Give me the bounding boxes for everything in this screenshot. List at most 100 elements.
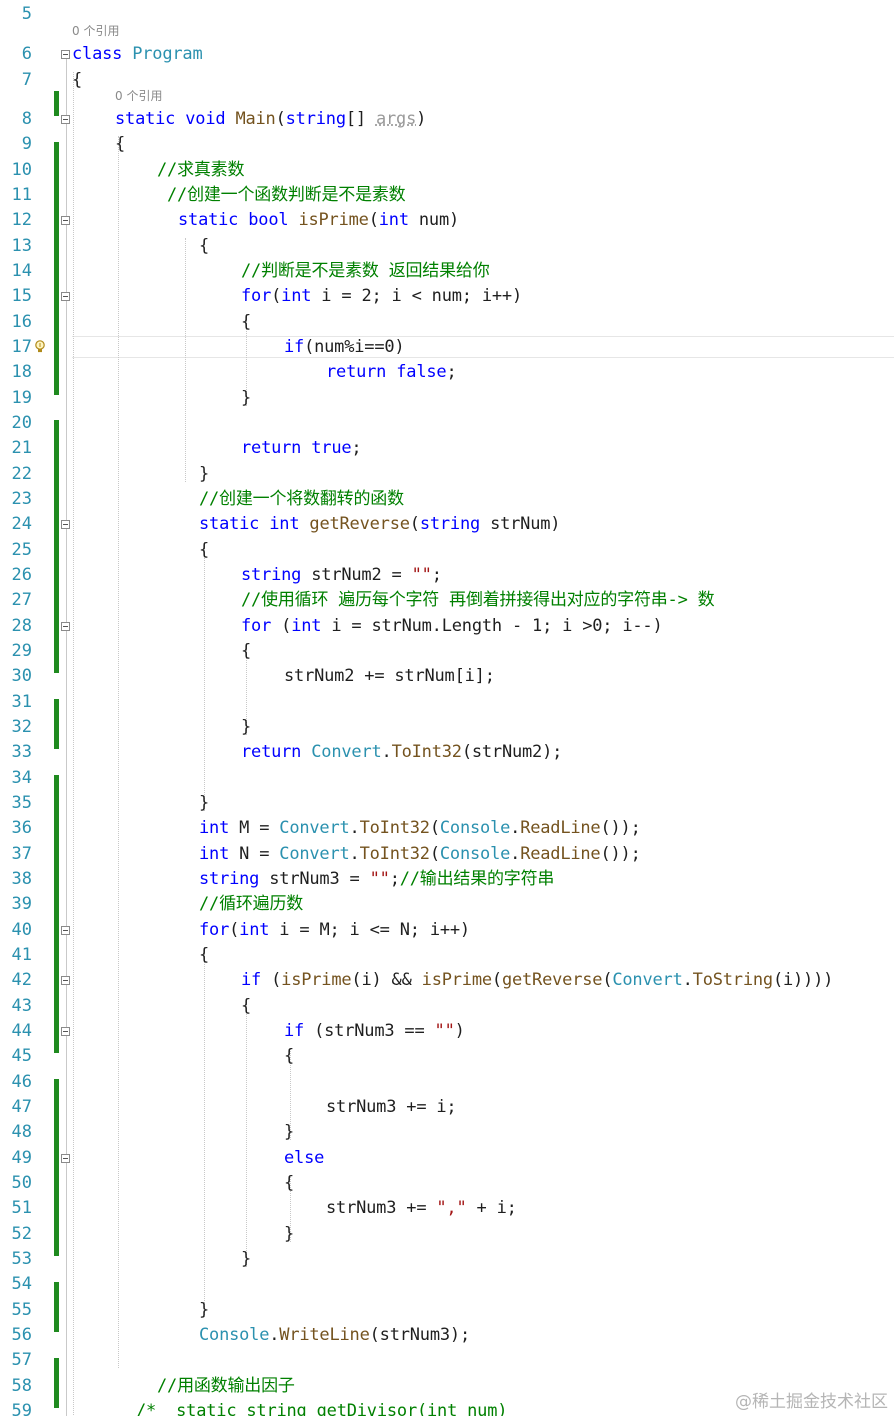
code-line[interactable]: /* static string getDivisor(int num)	[136, 1401, 507, 1416]
code-token: num)	[408, 210, 460, 231]
code-line[interactable]: strNum2 += strNum[i];	[284, 666, 495, 686]
indent-guide	[185, 237, 186, 482]
code-token: //求真素数	[157, 159, 245, 180]
code-line[interactable]: Console.WriteLine(strNum3);	[199, 1325, 470, 1345]
line-number: 22	[11, 463, 32, 484]
code-line[interactable]: for (int i = strNum.Length - 1; i >0; i-…	[241, 615, 663, 636]
code-line[interactable]: string strNum2 = "";	[241, 565, 442, 585]
code-line[interactable]: //用函数输出因子	[157, 1376, 295, 1396]
code-token: ""	[411, 564, 432, 585]
code-token: string	[199, 868, 260, 889]
code-line[interactable]: strNum3 += i;	[326, 1096, 457, 1117]
collapse-icon[interactable]	[61, 976, 70, 986]
code-line[interactable]: {	[284, 1046, 294, 1066]
code-line[interactable]: }	[199, 464, 209, 484]
change-indicator-bar	[54, 1078, 59, 1256]
collapse-icon[interactable]	[61, 115, 70, 124]
code-token: {	[241, 311, 252, 332]
collapse-icon[interactable]	[61, 292, 70, 302]
code-line[interactable]: {	[72, 70, 82, 90]
collapse-icon[interactable]	[61, 520, 70, 530]
code-line[interactable]: }	[241, 1249, 251, 1269]
code-line[interactable]: //使用循环 遍历每个字符 再倒着拼接得出对应的字符串-> 数	[241, 590, 715, 611]
code-token: .	[381, 742, 392, 763]
code-line[interactable]: string strNum3 = "";//输出结果的字符串	[199, 869, 554, 889]
code-line[interactable]: static int getReverse(string strNum)	[199, 514, 561, 535]
code-line[interactable]: return Convert.ToInt32(strNum2);	[241, 742, 562, 762]
codelens-reference-count[interactable]: 0 个引用	[72, 24, 119, 38]
collapse-icon[interactable]	[61, 1026, 70, 1036]
code-line[interactable]: strNum3 += "," + i;	[326, 1198, 517, 1218]
code-line[interactable]: static void Main(string[] args)	[115, 109, 426, 129]
code-line[interactable]: {	[199, 945, 209, 965]
line-number: 10	[11, 159, 32, 180]
code-line[interactable]: }	[199, 1300, 209, 1320]
codelens-reference-count[interactable]: 0 个引用	[115, 89, 162, 103]
code-line[interactable]: {	[241, 312, 251, 332]
code-line[interactable]: int N = Convert.ToInt32(Console.ReadLine…	[199, 844, 641, 864]
code-token: {	[72, 70, 83, 90]
line-number: 33	[11, 742, 32, 763]
code-line[interactable]: int M = Convert.ToInt32(Console.ReadLine…	[199, 818, 641, 838]
code-editor[interactable]: 5 6 7 8 9 10 11 12 13 14 15 16 17 18 19 20 21 22 23 24 25 26 2…	[0, 0, 894, 1416]
code-line[interactable]: {	[115, 134, 125, 154]
code-line[interactable]: {	[199, 540, 209, 560]
line-number: 5	[21, 4, 32, 24]
collapse-icon[interactable]	[61, 1153, 70, 1163]
line-number: 38	[11, 868, 32, 889]
code-line[interactable]: //求真素数	[157, 160, 244, 180]
code-token: (	[368, 210, 379, 231]
change-indicator-bar	[54, 1357, 59, 1408]
code-line[interactable]: if (isPrime(i) && isPrime(getReverse(Con…	[241, 970, 833, 990]
indent-guide	[204, 541, 205, 811]
line-number: 52	[11, 1223, 32, 1244]
code-line[interactable]: {	[241, 641, 251, 661]
line-number: 58	[11, 1375, 32, 1396]
code-line[interactable]: {	[199, 236, 209, 256]
code-token: }	[241, 716, 252, 737]
collapse-icon[interactable]	[61, 50, 70, 59]
code-token: )	[416, 109, 427, 129]
code-line[interactable]: if(num%i==0)	[284, 337, 405, 357]
code-token: (	[429, 843, 440, 864]
code-line[interactable]: return true;	[241, 438, 362, 459]
line-number: 20	[11, 412, 32, 433]
code-line[interactable]: }	[284, 1122, 294, 1142]
code-line[interactable]: //创建一个函数判断是不是素数	[167, 185, 406, 205]
line-number: 35	[11, 792, 32, 813]
code-line[interactable]: for(int i = M; i <= N; i++)	[199, 920, 470, 940]
line-number: 14	[11, 260, 32, 281]
code-token: }	[199, 1299, 210, 1320]
code-line[interactable]: for(int i = 2; i < num; i++)	[241, 286, 522, 306]
code-token: i = strNum.Length - 1; i >0; i--)	[321, 615, 663, 636]
code-line[interactable]: {	[241, 996, 251, 1016]
code-token: (	[275, 109, 286, 129]
code-line[interactable]: }	[241, 388, 251, 408]
collapse-icon[interactable]	[61, 925, 70, 935]
code-line[interactable]: if (strNum3 == "")	[284, 1021, 465, 1041]
code-line[interactable]: //判断是不是素数 返回结果给你	[241, 261, 490, 281]
code-line[interactable]: }	[284, 1224, 294, 1244]
code-token: true	[311, 438, 352, 459]
line-number: 55	[11, 1299, 32, 1320]
code-line[interactable]: //循环遍历数	[199, 894, 303, 914]
code-line[interactable]: class Program	[72, 44, 203, 64]
code-token: static	[199, 514, 260, 535]
code-token: getReverse	[309, 514, 410, 535]
code-line[interactable]: return false;	[326, 362, 457, 382]
lightbulb-icon[interactable]	[34, 339, 46, 353]
code-token: int	[199, 843, 230, 864]
collapse-icon[interactable]	[61, 621, 70, 631]
code-line[interactable]: }	[199, 793, 209, 813]
code-token: strNum3 += i;	[326, 1096, 457, 1117]
code-token: Console	[439, 843, 511, 864]
code-line[interactable]: }	[241, 717, 251, 737]
code-line[interactable]: else	[284, 1148, 324, 1168]
collapse-icon[interactable]	[61, 216, 70, 226]
code-line[interactable]: static bool isPrime(int num)	[178, 210, 459, 230]
code-line[interactable]: {	[284, 1173, 294, 1193]
code-token: Program	[132, 44, 203, 64]
code-token: //使用循环 遍历每个字符 再倒着拼接得出对应的字符串-> 数	[241, 590, 715, 611]
code-line[interactable]: //创建一个将数翻转的函数	[199, 489, 404, 509]
line-number: 18	[11, 362, 32, 383]
